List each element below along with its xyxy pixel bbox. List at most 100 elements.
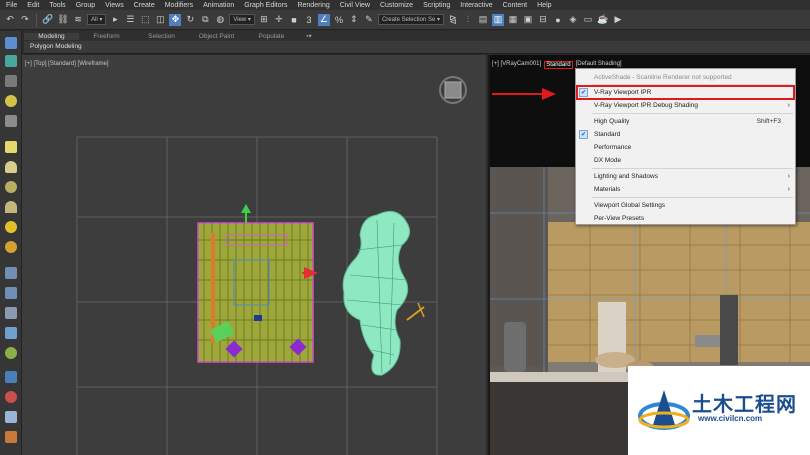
pivot-center-icon[interactable]: ⊞: [258, 14, 270, 26]
select-by-name-icon[interactable]: ☰: [124, 14, 136, 26]
torus-primitive-icon[interactable]: [5, 181, 17, 193]
menu-divider: [592, 113, 793, 114]
percent-snap-icon[interactable]: %: [333, 14, 345, 26]
toggle-ribbon-icon[interactable]: ▦: [507, 14, 519, 26]
menu-customize[interactable]: Customize: [380, 2, 413, 9]
menu-graph-editors[interactable]: Graph Editors: [244, 2, 287, 9]
kitchen-model-wireframe[interactable]: [197, 222, 314, 363]
vray-camera-icon[interactable]: [406, 302, 425, 321]
menu-interactive[interactable]: Interactive: [460, 2, 492, 9]
menu-views[interactable]: Views: [105, 2, 124, 9]
link-icon[interactable]: 🔗: [42, 14, 54, 26]
sphere-primitive-icon[interactable]: [5, 161, 17, 173]
selection-filter-dropdown[interactable]: All ▾: [87, 14, 107, 25]
menu-animation[interactable]: Animation: [203, 2, 234, 9]
tab-modeling[interactable]: Modeling: [24, 32, 79, 40]
curve-editor-icon[interactable]: ▣: [522, 14, 534, 26]
select-rotate-icon[interactable]: ↻: [184, 14, 196, 26]
reference-coordinate-dropdown[interactable]: View ▾: [229, 14, 255, 25]
place-icon[interactable]: ◍: [214, 14, 226, 26]
angle-snap-icon[interactable]: ∠: [317, 13, 330, 26]
menu-create[interactable]: Create: [134, 2, 155, 9]
camera-icon[interactable]: [5, 307, 17, 319]
viewcube-icon[interactable]: [439, 76, 467, 104]
sun-icon[interactable]: [5, 241, 17, 253]
menu-content[interactable]: Content: [503, 2, 528, 9]
menu-item-standard[interactable]: ✔ Standard: [576, 129, 795, 140]
helper-icon[interactable]: [5, 327, 17, 339]
menu-help[interactable]: Help: [537, 2, 551, 9]
spinner-snap-icon[interactable]: ⇕: [348, 14, 360, 26]
motion-panel-icon[interactable]: [5, 95, 17, 107]
rendered-frame-icon[interactable]: ▭: [582, 14, 594, 26]
modify-panel-icon[interactable]: [5, 55, 17, 67]
systems-icon[interactable]: [5, 371, 17, 383]
menu-group[interactable]: Group: [76, 2, 95, 9]
select-move-icon[interactable]: ✥: [169, 13, 182, 26]
menu-item-vray-debug-shading[interactable]: V-Ray Viewport IPR Debug Shading ›: [576, 100, 795, 111]
menu-item-performance[interactable]: Performance: [576, 142, 795, 153]
plant-model-wireframe[interactable]: [342, 210, 411, 376]
tab-selection[interactable]: Selection: [134, 33, 189, 40]
bind-spacewarp-icon[interactable]: ≋: [72, 14, 84, 26]
shape-icon[interactable]: [5, 287, 17, 299]
light-icon[interactable]: [5, 221, 17, 233]
menu-edit[interactable]: Edit: [27, 2, 39, 9]
tab-freeform[interactable]: Freeform: [79, 33, 134, 40]
edit-named-selection-icon[interactable]: ✎: [363, 14, 375, 26]
unlink-icon[interactable]: ⛓: [57, 14, 69, 26]
watermark-url: www.civilcn.com: [698, 414, 763, 423]
ribbon-options-icon[interactable]: ▪▾: [299, 32, 319, 40]
mirror-icon[interactable]: ⧎: [447, 14, 459, 26]
scene-explorer-icon[interactable]: ▤: [477, 14, 489, 26]
spline-icon[interactable]: [5, 267, 17, 279]
menu-civil-view[interactable]: Civil View: [340, 2, 370, 9]
menu-item-materials[interactable]: Materials ›: [576, 184, 795, 195]
redo-icon[interactable]: ↷: [19, 14, 31, 26]
ribbon-subtitle[interactable]: Polygon Modeling: [30, 43, 82, 50]
menu-file[interactable]: File: [6, 2, 17, 9]
window-crossing-icon[interactable]: ◫: [154, 14, 166, 26]
named-selection-dropdown[interactable]: Create Selection Se ▾: [377, 14, 445, 25]
material-editor-icon[interactable]: ●: [552, 14, 564, 26]
menu-item-viewport-global-settings[interactable]: Viewport Global Settings: [576, 200, 795, 211]
spacewarp-icon[interactable]: [5, 347, 17, 359]
tab-object-paint[interactable]: Object Paint: [189, 33, 244, 40]
menu-item-lighting-shadows[interactable]: Lighting and Shadows ›: [576, 171, 795, 182]
top-viewport[interactable]: [+] [Top] [Standard] [Wireframe]: [22, 55, 486, 455]
render-setup-icon[interactable]: ◈: [567, 14, 579, 26]
grid-icon[interactable]: [5, 411, 17, 423]
particles-icon[interactable]: [5, 431, 17, 443]
select-scale-icon[interactable]: ⧉: [199, 14, 211, 26]
menu-item-high-quality[interactable]: High Quality Shift+F3: [576, 116, 795, 127]
vray-render-icon[interactable]: ▶: [612, 14, 624, 26]
keyboard-shortcut-icon[interactable]: ■: [288, 14, 300, 26]
cone-primitive-icon[interactable]: [5, 201, 17, 213]
menu-item-high-quality-label: High Quality: [594, 118, 630, 125]
hierarchy-panel-icon[interactable]: [5, 75, 17, 87]
snaps-toggle-icon[interactable]: 3: [303, 14, 315, 26]
align-icon[interactable]: ⫶: [462, 14, 474, 26]
manipulate-icon[interactable]: ✛: [273, 14, 285, 26]
watermark-name: 土木工程网: [692, 392, 797, 416]
menu-item-vray-debug-shading-label: V-Ray Viewport IPR Debug Shading: [594, 102, 698, 109]
display-panel-icon[interactable]: [5, 115, 17, 127]
menu-scripting[interactable]: Scripting: [423, 2, 450, 9]
submenu-arrow-icon: ›: [787, 102, 790, 109]
menu-modifiers[interactable]: Modifiers: [165, 2, 193, 9]
tab-populate[interactable]: Populate: [244, 33, 299, 40]
menu-item-dx-mode[interactable]: DX Mode: [576, 155, 795, 166]
rect-selection-icon[interactable]: ⬚: [139, 14, 151, 26]
box-primitive-icon[interactable]: [5, 141, 17, 153]
menu-item-per-view-presets[interactable]: Per-View Presets: [576, 213, 795, 224]
record-icon[interactable]: [5, 391, 17, 403]
create-panel-icon[interactable]: [5, 37, 17, 49]
select-object-icon[interactable]: ▸: [109, 14, 121, 26]
render-icon[interactable]: ☕: [597, 14, 609, 26]
menu-tools[interactable]: Tools: [49, 2, 65, 9]
menu-bar: File Edit Tools Group Views Create Modif…: [0, 0, 810, 10]
layer-explorer-icon[interactable]: ▥: [492, 13, 505, 26]
menu-rendering[interactable]: Rendering: [297, 2, 329, 9]
undo-icon[interactable]: ↶: [4, 14, 16, 26]
schematic-view-icon[interactable]: ⊟: [537, 14, 549, 26]
